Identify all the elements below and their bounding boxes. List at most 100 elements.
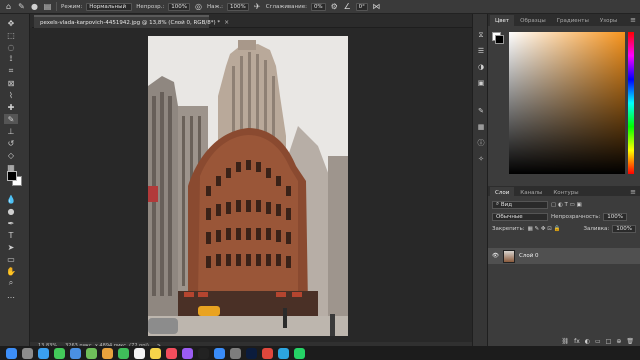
marquee-tool-icon[interactable]: ⬚ <box>4 30 18 40</box>
zoom-tool-icon[interactable]: ⌕ <box>4 278 18 288</box>
move-tool-icon[interactable]: ✥ <box>4 18 18 28</box>
airbrush-icon[interactable]: ✈ <box>253 2 262 11</box>
eyedropper-tool-icon[interactable]: ⌇ <box>4 90 18 100</box>
new-group-icon[interactable]: □ <box>606 338 612 345</box>
facetime-icon[interactable] <box>118 347 129 359</box>
panel-menu-icon[interactable]: ≡ <box>630 16 636 24</box>
panel-background-swatch[interactable] <box>495 35 504 44</box>
brush-settings-icon[interactable]: ✎ <box>476 106 486 116</box>
whatsapp-icon[interactable] <box>294 347 305 359</box>
dodge-tool-icon[interactable]: ● <box>4 206 18 216</box>
adjustments-icon[interactable]: ◑ <box>476 62 486 72</box>
history-icon[interactable]: ⧖ <box>476 30 486 40</box>
mask-icon[interactable]: ▭ <box>595 338 601 345</box>
telegram-icon[interactable] <box>278 347 289 359</box>
color-panel-tabs: Цвет Образцы Градиенты Узоры ≡ <box>488 14 640 26</box>
brush-settings-icon[interactable]: ▤ <box>43 2 52 11</box>
layer-row[interactable]: 👁 Слой 0 <box>488 248 640 264</box>
fill-label: Заливка: <box>583 225 610 232</box>
new-layer-icon[interactable]: ⊕ <box>616 338 621 345</box>
properties-icon[interactable]: ☰ <box>476 46 486 56</box>
hand-tool-icon[interactable]: ✋ <box>4 266 18 276</box>
smoothing-settings-icon[interactable]: ⚙ <box>330 2 339 11</box>
swatches-icon[interactable]: ▦ <box>476 122 486 132</box>
layers-menu-icon[interactable]: ≡ <box>630 188 636 196</box>
podcasts-icon[interactable] <box>182 347 193 359</box>
tv-icon[interactable] <box>198 347 209 359</box>
pen-tool-icon[interactable]: ✒ <box>4 218 18 228</box>
settings-icon[interactable] <box>230 347 241 359</box>
filter-icons[interactable]: ▢ ◐ T ▭ ▣ <box>551 202 582 208</box>
opacity-label: Непрозрачность: <box>551 213 601 220</box>
calendar-icon[interactable] <box>134 347 145 359</box>
finder-icon[interactable] <box>6 347 17 359</box>
options-bar: ⌂ ✎ ● ▤ Режим: Нормальный Непрозр.: 100%… <box>0 0 640 14</box>
layers-panel: ⌕ Вид ▢ ◐ T ▭ ▣ Обычные Непрозрачность: … <box>488 196 640 346</box>
tab-swatches[interactable]: Образцы <box>515 15 551 26</box>
opacity-field[interactable]: 100% <box>168 2 190 11</box>
crop-tool-icon[interactable]: ⌗ <box>4 66 18 76</box>
quick-select-tool-icon[interactable]: ⟟ <box>4 54 18 64</box>
tools-panel: ✥ ⬚ ◌ ⟟ ⌗ ⊠ ⌇ ✚ ✎ ⊥ ↺ ◇ ▦ 💧 ● ✒ T ➤ ▭ ✋ … <box>0 14 30 346</box>
document-tab[interactable]: pexels-vlada-karpovich-4451942.jpg @ 13,… <box>34 15 229 28</box>
maps-icon[interactable] <box>86 347 97 359</box>
document-image[interactable] <box>148 36 348 336</box>
collapsed-panels-column: ⧖ ☰ ◑ ▣ ✎ ▦ ⓘ ✧ <box>472 14 488 346</box>
eraser-tool-icon[interactable]: ◇ <box>4 150 18 160</box>
adjustment-layer-icon[interactable]: ◐ <box>585 338 590 345</box>
path-select-tool-icon[interactable]: ➤ <box>4 242 18 252</box>
tab-patterns[interactable]: Узоры <box>594 15 623 26</box>
trash-icon[interactable]: 🗑 <box>626 338 634 345</box>
messages-icon[interactable] <box>54 347 65 359</box>
safari-icon[interactable] <box>38 347 49 359</box>
pressure-label: Наж.: <box>206 3 224 10</box>
foreground-color-swatch[interactable] <box>7 171 17 181</box>
fill-field[interactable]: 100% <box>612 224 636 233</box>
tab-gradients[interactable]: Градиенты <box>551 15 594 26</box>
blur-tool-icon[interactable]: 💧 <box>4 194 18 204</box>
link-layers-icon[interactable]: ⛓ <box>561 338 569 345</box>
lock-row: Закрепить: ▦ ✎ ✥ ⊡ 🔒 Заливка: 100% <box>492 224 636 233</box>
blend-mode-select[interactable]: Обычные <box>492 212 548 221</box>
photoshop-app-icon[interactable] <box>246 347 257 359</box>
lasso-tool-icon[interactable]: ◌ <box>4 42 18 52</box>
rectangle-tool-icon[interactable]: ▭ <box>4 254 18 264</box>
clone-stamp-tool-icon[interactable]: ⊥ <box>4 126 18 136</box>
appstore-icon[interactable] <box>214 347 225 359</box>
brush-tool-icon[interactable]: ✎ <box>17 2 26 11</box>
color-picker-field[interactable] <box>509 32 625 174</box>
layer-opacity-field[interactable]: 100% <box>603 212 628 221</box>
canvas-area[interactable] <box>30 28 472 342</box>
healing-tool-icon[interactable]: ✚ <box>4 102 18 112</box>
libraries-icon[interactable]: ▣ <box>476 78 486 88</box>
music-icon[interactable] <box>166 347 177 359</box>
layer-name[interactable]: Слой 0 <box>519 253 539 259</box>
layer-kind-filter[interactable]: ⌕ Вид <box>492 200 548 209</box>
launchpad-icon[interactable] <box>22 347 33 359</box>
type-tool-icon[interactable]: T <box>4 230 18 240</box>
notes-icon[interactable] <box>150 347 161 359</box>
frame-tool-icon[interactable]: ⊠ <box>4 78 18 88</box>
symmetry-icon[interactable]: ⋈ <box>372 2 381 11</box>
brush-tool-icon[interactable]: ✎ <box>4 114 18 124</box>
tab-color[interactable]: Цвет <box>490 15 515 26</box>
history-brush-tool-icon[interactable]: ↺ <box>4 138 18 148</box>
pressure-field[interactable]: 100% <box>227 2 249 11</box>
photos-icon[interactable] <box>102 347 113 359</box>
brush-preset-icon[interactable]: ● <box>30 2 39 11</box>
angle-field[interactable]: 0° <box>355 2 368 11</box>
lock-icons[interactable]: ▦ ✎ ✥ ⊡ 🔒 <box>528 226 561 232</box>
ps-home-icon[interactable]: ⌂ <box>4 2 13 11</box>
paths-icon[interactable]: ✧ <box>476 154 486 164</box>
chrome-icon[interactable] <box>262 347 273 359</box>
close-icon[interactable]: × <box>224 19 229 26</box>
mail-icon[interactable] <box>70 347 81 359</box>
visibility-eye-icon[interactable]: 👁 <box>492 253 499 259</box>
more-tools-icon[interactable]: … <box>4 290 18 300</box>
hue-slider[interactable] <box>628 32 634 174</box>
mode-select[interactable]: Нормальный <box>86 2 133 11</box>
pressure-opacity-icon[interactable]: ◎ <box>194 2 203 11</box>
info-icon[interactable]: ⓘ <box>476 138 486 148</box>
fx-icon[interactable]: fx <box>574 338 580 345</box>
smoothing-field[interactable]: 0% <box>310 2 326 11</box>
